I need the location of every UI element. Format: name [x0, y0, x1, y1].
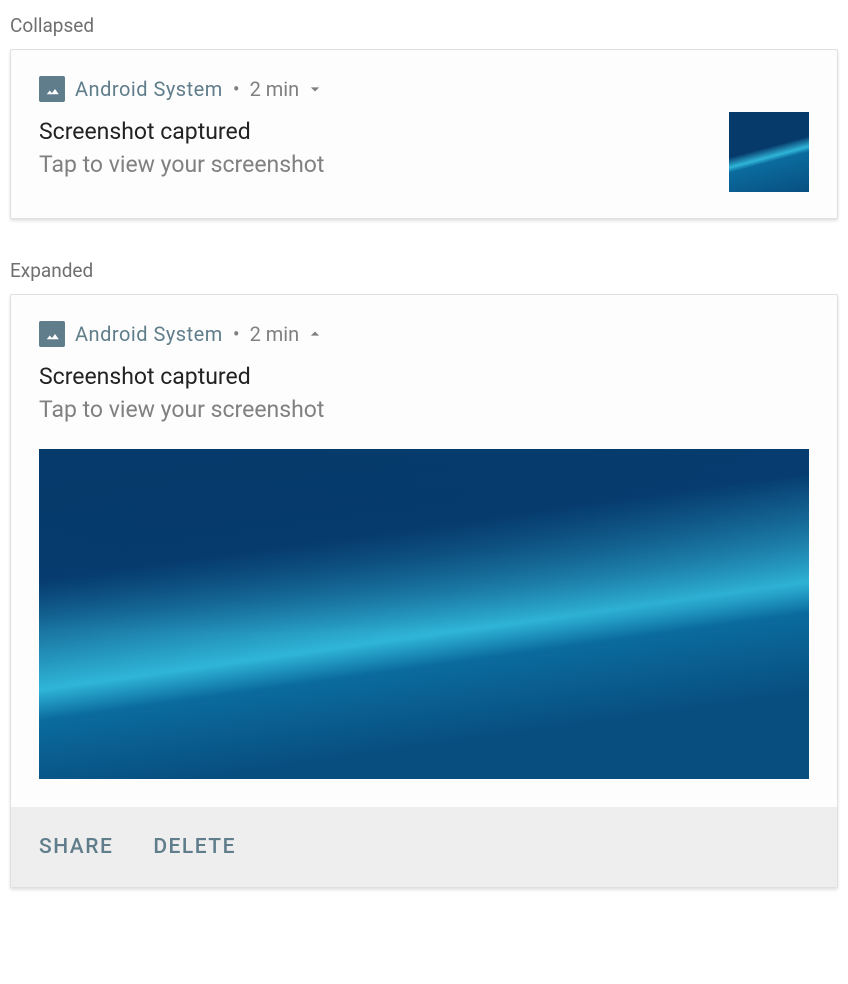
chevron-up-icon[interactable]: [305, 324, 325, 344]
notification-body[interactable]: Screenshot captured Tap to view your scr…: [11, 112, 837, 218]
notification-card-collapsed[interactable]: Android System • 2 min Screenshot captur…: [10, 49, 838, 219]
chevron-down-icon[interactable]: [305, 79, 325, 99]
notification-title: Screenshot captured: [39, 363, 809, 390]
notification-subtitle: Tap to view your screenshot: [39, 396, 809, 423]
image-icon: [39, 76, 65, 102]
notification-card-expanded[interactable]: Android System • 2 min Screenshot captur…: [10, 294, 838, 888]
app-name-label: Android System: [75, 77, 223, 101]
separator-dot: •: [233, 322, 240, 346]
app-name-label: Android System: [75, 322, 223, 346]
screenshot-thumbnail: [729, 112, 809, 192]
share-button[interactable]: SHARE: [39, 835, 113, 859]
screenshot-preview-image: [39, 449, 809, 779]
expanded-section-label: Expanded: [10, 259, 838, 282]
action-bar: SHARE DELETE: [11, 807, 837, 887]
notification-title: Screenshot captured: [39, 118, 709, 145]
timestamp-label: 2 min: [250, 77, 300, 101]
delete-button[interactable]: DELETE: [153, 835, 236, 859]
collapsed-section-label: Collapsed: [10, 14, 838, 37]
separator-dot: •: [233, 77, 240, 101]
notification-header[interactable]: Android System • 2 min: [11, 295, 837, 357]
timestamp-label: 2 min: [250, 322, 300, 346]
notification-subtitle: Tap to view your screenshot: [39, 151, 709, 178]
notification-body[interactable]: Screenshot captured Tap to view your scr…: [11, 363, 837, 779]
image-icon: [39, 321, 65, 347]
notification-header[interactable]: Android System • 2 min: [11, 50, 837, 112]
